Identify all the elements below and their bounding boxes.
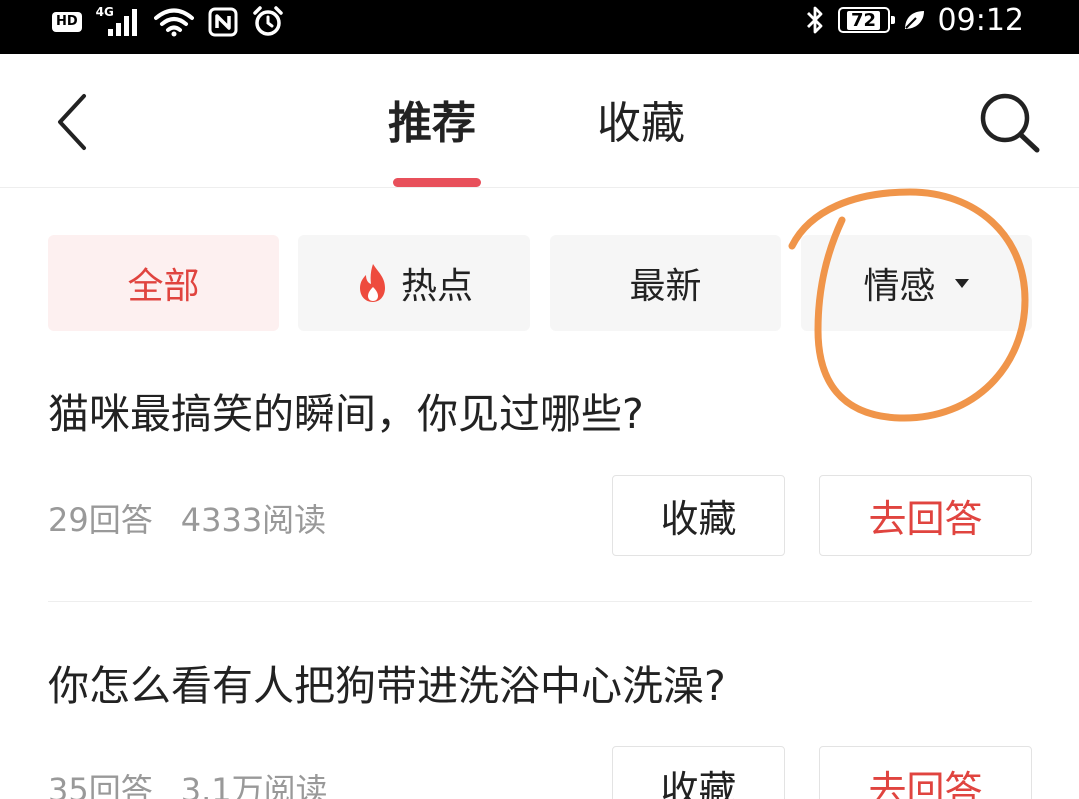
question-title[interactable]: 你怎么看有人把狗带进洗浴中心洗澡? (48, 652, 726, 712)
filter-latest-label: 最新 (629, 266, 702, 307)
filter-emotion-label: 情感 (863, 266, 936, 307)
answer-button-label: 去回答 (868, 768, 983, 799)
search-icon (980, 93, 1040, 153)
fire-icon (359, 264, 385, 302)
status-right-icons: 72 09:12 (804, 2, 1024, 38)
search-button[interactable] (974, 90, 1046, 156)
filter-all[interactable]: 全部 (48, 235, 279, 331)
status-bar: HD 4G 72 09:12 (0, 0, 1079, 54)
active-tab-indicator (393, 178, 481, 187)
nfc-icon (208, 7, 238, 37)
favorite-button[interactable]: 收藏 (612, 746, 785, 799)
top-nav: 推荐 收藏 (0, 54, 1079, 188)
battery-icon: 72 (837, 7, 895, 33)
read-count: 4333阅读 (180, 501, 327, 539)
answer-button-label: 去回答 (868, 497, 983, 541)
answer-button[interactable]: 去回答 (819, 746, 1032, 799)
leaf-icon (904, 11, 924, 29)
wifi-icon (153, 8, 194, 37)
favorite-button-label: 收藏 (660, 768, 737, 799)
answer-count: 29回答 (48, 501, 153, 539)
answer-count: 35回答 (48, 771, 153, 799)
caret-down-icon (954, 279, 969, 288)
favorite-button-label: 收藏 (660, 497, 737, 541)
question-title[interactable]: 猫咪最搞笑的瞬间，你见过哪些? (48, 380, 644, 440)
back-button[interactable] (44, 90, 100, 154)
favorite-button[interactable]: 收藏 (612, 475, 785, 556)
status-left-icons: HD 4G (52, 5, 284, 38)
question-meta: 29回答 4333阅读 (48, 495, 326, 541)
hd-icon: HD (52, 12, 82, 32)
signal-4g-icon: 4G (96, 5, 140, 37)
question-meta: 35回答 3.1万阅读 (48, 765, 328, 799)
filter-all-label: 全部 (127, 266, 200, 307)
divider (48, 601, 1032, 602)
status-time: 09:12 (937, 2, 1024, 38)
filter-hot[interactable]: 热点 (298, 235, 530, 331)
filter-emotion-dropdown[interactable]: 情感 (801, 235, 1032, 331)
answer-button[interactable]: 去回答 (819, 475, 1032, 556)
tab-favorites[interactable]: 收藏 (597, 84, 685, 154)
filter-hot-label: 热点 (400, 266, 473, 307)
alarm-icon (252, 6, 283, 36)
tab-recommend[interactable]: 推荐 (388, 84, 476, 154)
bluetooth-icon (806, 6, 822, 34)
read-count: 3.1万阅读 (180, 771, 328, 799)
filter-latest[interactable]: 最新 (550, 235, 781, 331)
battery-level: 72 (847, 10, 881, 30)
chevron-left-icon (58, 94, 86, 150)
